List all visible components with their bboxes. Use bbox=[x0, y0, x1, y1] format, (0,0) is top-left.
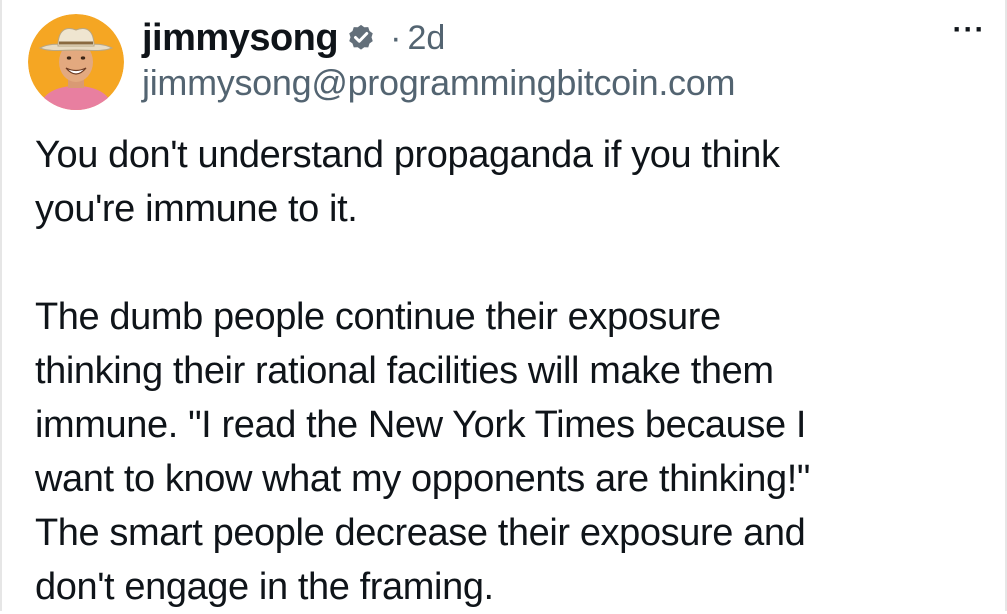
post-body: You don't understand propaganda if you t… bbox=[35, 128, 985, 614]
post-card: jimmysong · 2d jimmysong@programmingbitc… bbox=[0, 0, 1007, 611]
author-display-name[interactable]: jimmysong bbox=[142, 17, 339, 60]
meta-separator: · bbox=[390, 18, 402, 57]
avatar-image bbox=[28, 14, 124, 110]
post-paragraph: The dumb people continue their exposure … bbox=[35, 296, 810, 608]
post-paragraph: You don't understand propaganda if you t… bbox=[35, 134, 780, 230]
post-timestamp[interactable]: 2d bbox=[407, 19, 445, 58]
author-row: jimmysong · 2d bbox=[142, 12, 445, 64]
avatar[interactable] bbox=[28, 14, 124, 110]
more-options-icon: ··· bbox=[952, 13, 986, 46]
author-handle[interactable]: jimmysong@programmingbitcoin.com bbox=[142, 62, 735, 104]
more-options-button[interactable]: ··· bbox=[944, 14, 994, 46]
verified-badge-icon bbox=[346, 23, 376, 53]
